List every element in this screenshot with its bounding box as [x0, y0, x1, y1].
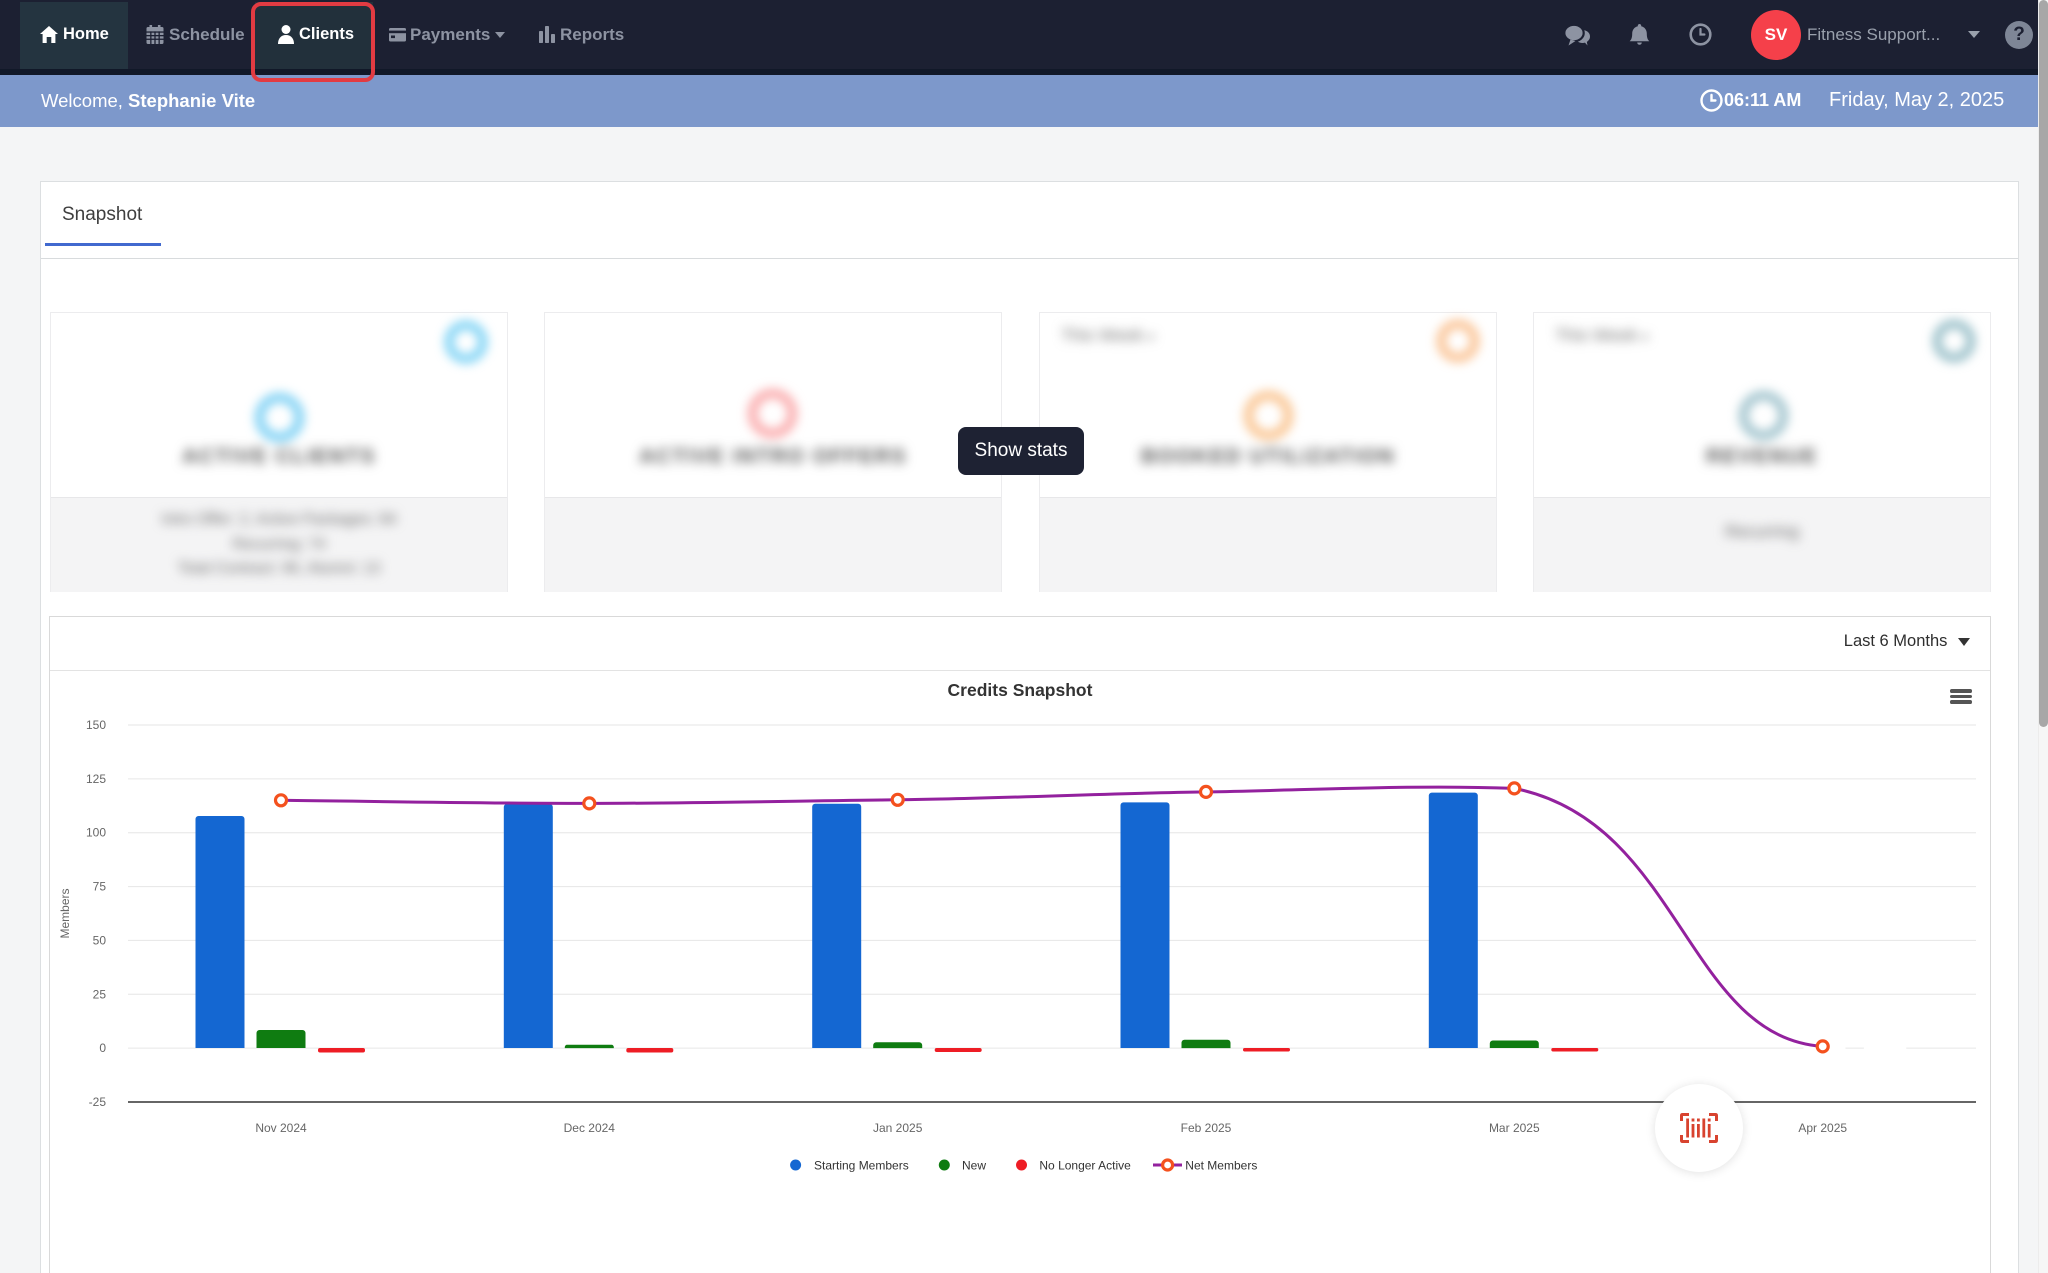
svg-text:150: 150: [86, 718, 106, 732]
svg-text:Net Members: Net Members: [1185, 1159, 1257, 1173]
svg-text:-25: -25: [89, 1095, 107, 1109]
svg-text:New: New: [962, 1159, 986, 1173]
svg-text:Jan 2025: Jan 2025: [873, 1121, 923, 1135]
svg-text:Feb 2025: Feb 2025: [1181, 1121, 1232, 1135]
svg-text:No Longer Active: No Longer Active: [1039, 1159, 1131, 1173]
svg-text:125: 125: [86, 772, 106, 786]
svg-text:75: 75: [93, 880, 107, 894]
svg-text:50: 50: [93, 933, 107, 947]
svg-text:Nov 2024: Nov 2024: [255, 1121, 307, 1135]
svg-text:25: 25: [93, 987, 107, 1001]
svg-text:Starting Members: Starting Members: [814, 1159, 909, 1173]
svg-text:Mar 2025: Mar 2025: [1489, 1121, 1540, 1135]
svg-text:0: 0: [99, 1041, 106, 1055]
svg-text:Apr 2025: Apr 2025: [1798, 1121, 1847, 1135]
svg-text:Members: Members: [58, 888, 72, 938]
svg-text:100: 100: [86, 826, 106, 840]
svg-text:Dec 2024: Dec 2024: [564, 1121, 616, 1135]
